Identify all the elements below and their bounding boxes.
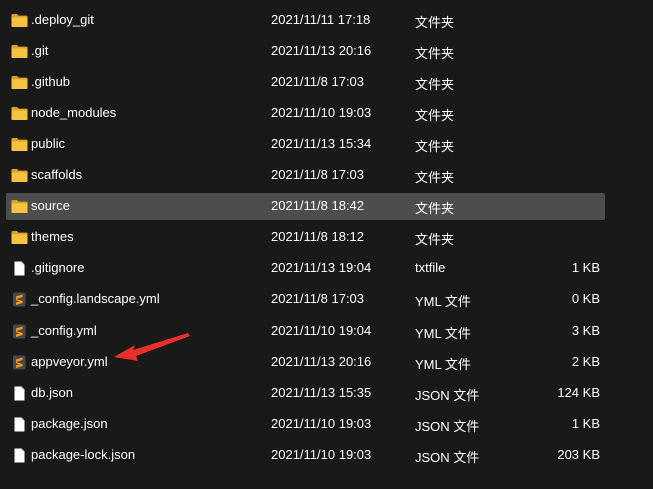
folder-icon — [11, 44, 28, 59]
file-size: 203 KB — [557, 446, 600, 462]
file-size: 1 KB — [571, 260, 600, 276]
file-name: themes — [31, 229, 74, 245]
file-type: YML 文件 — [415, 356, 471, 372]
file-date-modified: 2021/11/8 18:12 — [271, 229, 365, 245]
file-row[interactable]: .deploy_git 2021/11/11 17:18 文件夹 — [6, 7, 605, 34]
file-name: public — [31, 136, 65, 152]
file-type: 文件夹 — [415, 77, 455, 93]
file-row[interactable]: source 2021/11/8 18:42 文件夹 — [6, 193, 605, 221]
file-type: YML 文件 — [415, 325, 471, 341]
file-row[interactable]: scaffolds 2021/11/8 17:03 文件夹 — [6, 162, 605, 189]
file-name: .git — [31, 43, 49, 59]
folder-icon — [11, 106, 28, 121]
file-date-modified: 2021/11/8 17:03 — [271, 167, 365, 183]
file-row[interactable]: themes 2021/11/8 18:12 文件夹 — [6, 224, 605, 251]
folder-icon — [11, 168, 28, 183]
file-date-modified: 2021/11/10 19:03 — [271, 415, 372, 431]
file-name: .deploy_git — [31, 12, 94, 27]
folder-icon — [11, 137, 28, 152]
sublime-text-icon — [11, 292, 28, 307]
file-date-modified: 2021/11/11 17:18 — [271, 12, 371, 27]
file-date-modified: 2021/11/10 19:03 — [271, 105, 372, 121]
file-name: db.json — [31, 384, 73, 400]
file-name: package.json — [31, 415, 108, 431]
file-name: _config.yml — [31, 322, 97, 338]
file-name: source — [31, 198, 71, 214]
file-type: 文件夹 — [415, 232, 455, 248]
file-name: appveyor.yml — [31, 353, 108, 369]
file-name: _config.landscape.yml — [31, 291, 160, 307]
folder-icon — [11, 75, 28, 90]
file-row[interactable]: _config.landscape.yml 2021/11/8 17:03 YML … — [6, 286, 605, 313]
file-name: node_modules — [31, 105, 117, 121]
file-size: 0 KB — [571, 291, 600, 307]
document-icon — [11, 417, 28, 432]
file-row[interactable]: .git 2021/11/13 20:16 文件夹 — [6, 38, 605, 65]
file-date-modified: 2021/11/8 17:03 — [271, 74, 365, 90]
file-date-modified: 2021/11/13 15:35 — [271, 384, 372, 400]
file-size: 124 KB — [557, 384, 600, 400]
sublime-text-icon — [11, 355, 28, 370]
file-row[interactable]: node_modules 2021/11/10 19:03 文件夹 — [6, 100, 605, 127]
file-date-modified: 2021/11/8 18:42 — [271, 198, 365, 214]
document-icon — [11, 261, 28, 276]
file-date-modified: 2021/11/8 17:03 — [271, 291, 365, 307]
folder-icon — [11, 13, 28, 28]
file-size: 3 KB — [571, 322, 600, 338]
file-size: 1 KB — [571, 415, 600, 431]
file-row[interactable]: package.json 2021/11/10 19:03 JSON 文件 1 KB — [6, 411, 605, 438]
document-icon — [11, 448, 28, 463]
file-type: 文件夹 — [415, 15, 455, 30]
folder-icon — [11, 230, 28, 245]
file-type: JSON 文件 — [415, 387, 480, 403]
file-type: JSON 文件 — [415, 449, 480, 465]
file-name: .github — [31, 74, 71, 90]
file-row[interactable]: .github 2021/11/8 17:03 文件夹 — [6, 69, 605, 96]
file-name: .gitignore — [31, 260, 85, 276]
document-icon — [11, 386, 28, 401]
file-type: txtfile — [415, 260, 446, 276]
file-date-modified: 2021/11/10 19:04 — [271, 322, 372, 338]
file-type: 文件夹 — [415, 139, 455, 155]
file-date-modified: 2021/11/10 19:03 — [271, 446, 372, 462]
file-type: 文件夹 — [415, 170, 455, 186]
file-type: YML 文件 — [415, 294, 471, 310]
sublime-text-icon — [11, 324, 28, 339]
file-row[interactable]: appveyor.yml 2021/11/13 20:16 YML 文件 2 KB — [6, 349, 605, 376]
file-row[interactable]: _config.yml 2021/11/10 19:04 YML 文件 3 KB — [6, 318, 605, 345]
file-date-modified: 2021/11/13 15:34 — [271, 136, 372, 152]
file-type: JSON 文件 — [415, 418, 480, 434]
file-row[interactable]: public 2021/11/13 15:34 文件夹 — [6, 131, 605, 158]
file-row[interactable]: db.json 2021/11/13 15:35 JSON 文件 124 KB — [6, 380, 605, 407]
file-date-modified: 2021/11/13 20:16 — [271, 43, 372, 59]
file-size: 2 KB — [571, 353, 600, 369]
file-name: scaffolds — [31, 167, 83, 183]
file-name: package-lock.json — [31, 446, 136, 462]
file-row[interactable]: package-lock.json 2021/11/10 19:03 JSON 文件… — [6, 442, 605, 469]
file-type: 文件夹 — [415, 201, 455, 217]
file-row[interactable]: .gitignore 2021/11/13 19:04 txtfile 1 KB — [6, 255, 605, 282]
file-type: 文件夹 — [415, 108, 455, 124]
file-date-modified: 2021/11/13 20:16 — [271, 353, 372, 369]
file-type: 文件夹 — [415, 46, 455, 62]
folder-icon — [11, 199, 28, 214]
file-list: .deploy_git 2021/11/11 17:18 文件夹 .git 2021/1… — [0, 0, 653, 489]
file-date-modified: 2021/11/13 19:04 — [271, 260, 372, 276]
